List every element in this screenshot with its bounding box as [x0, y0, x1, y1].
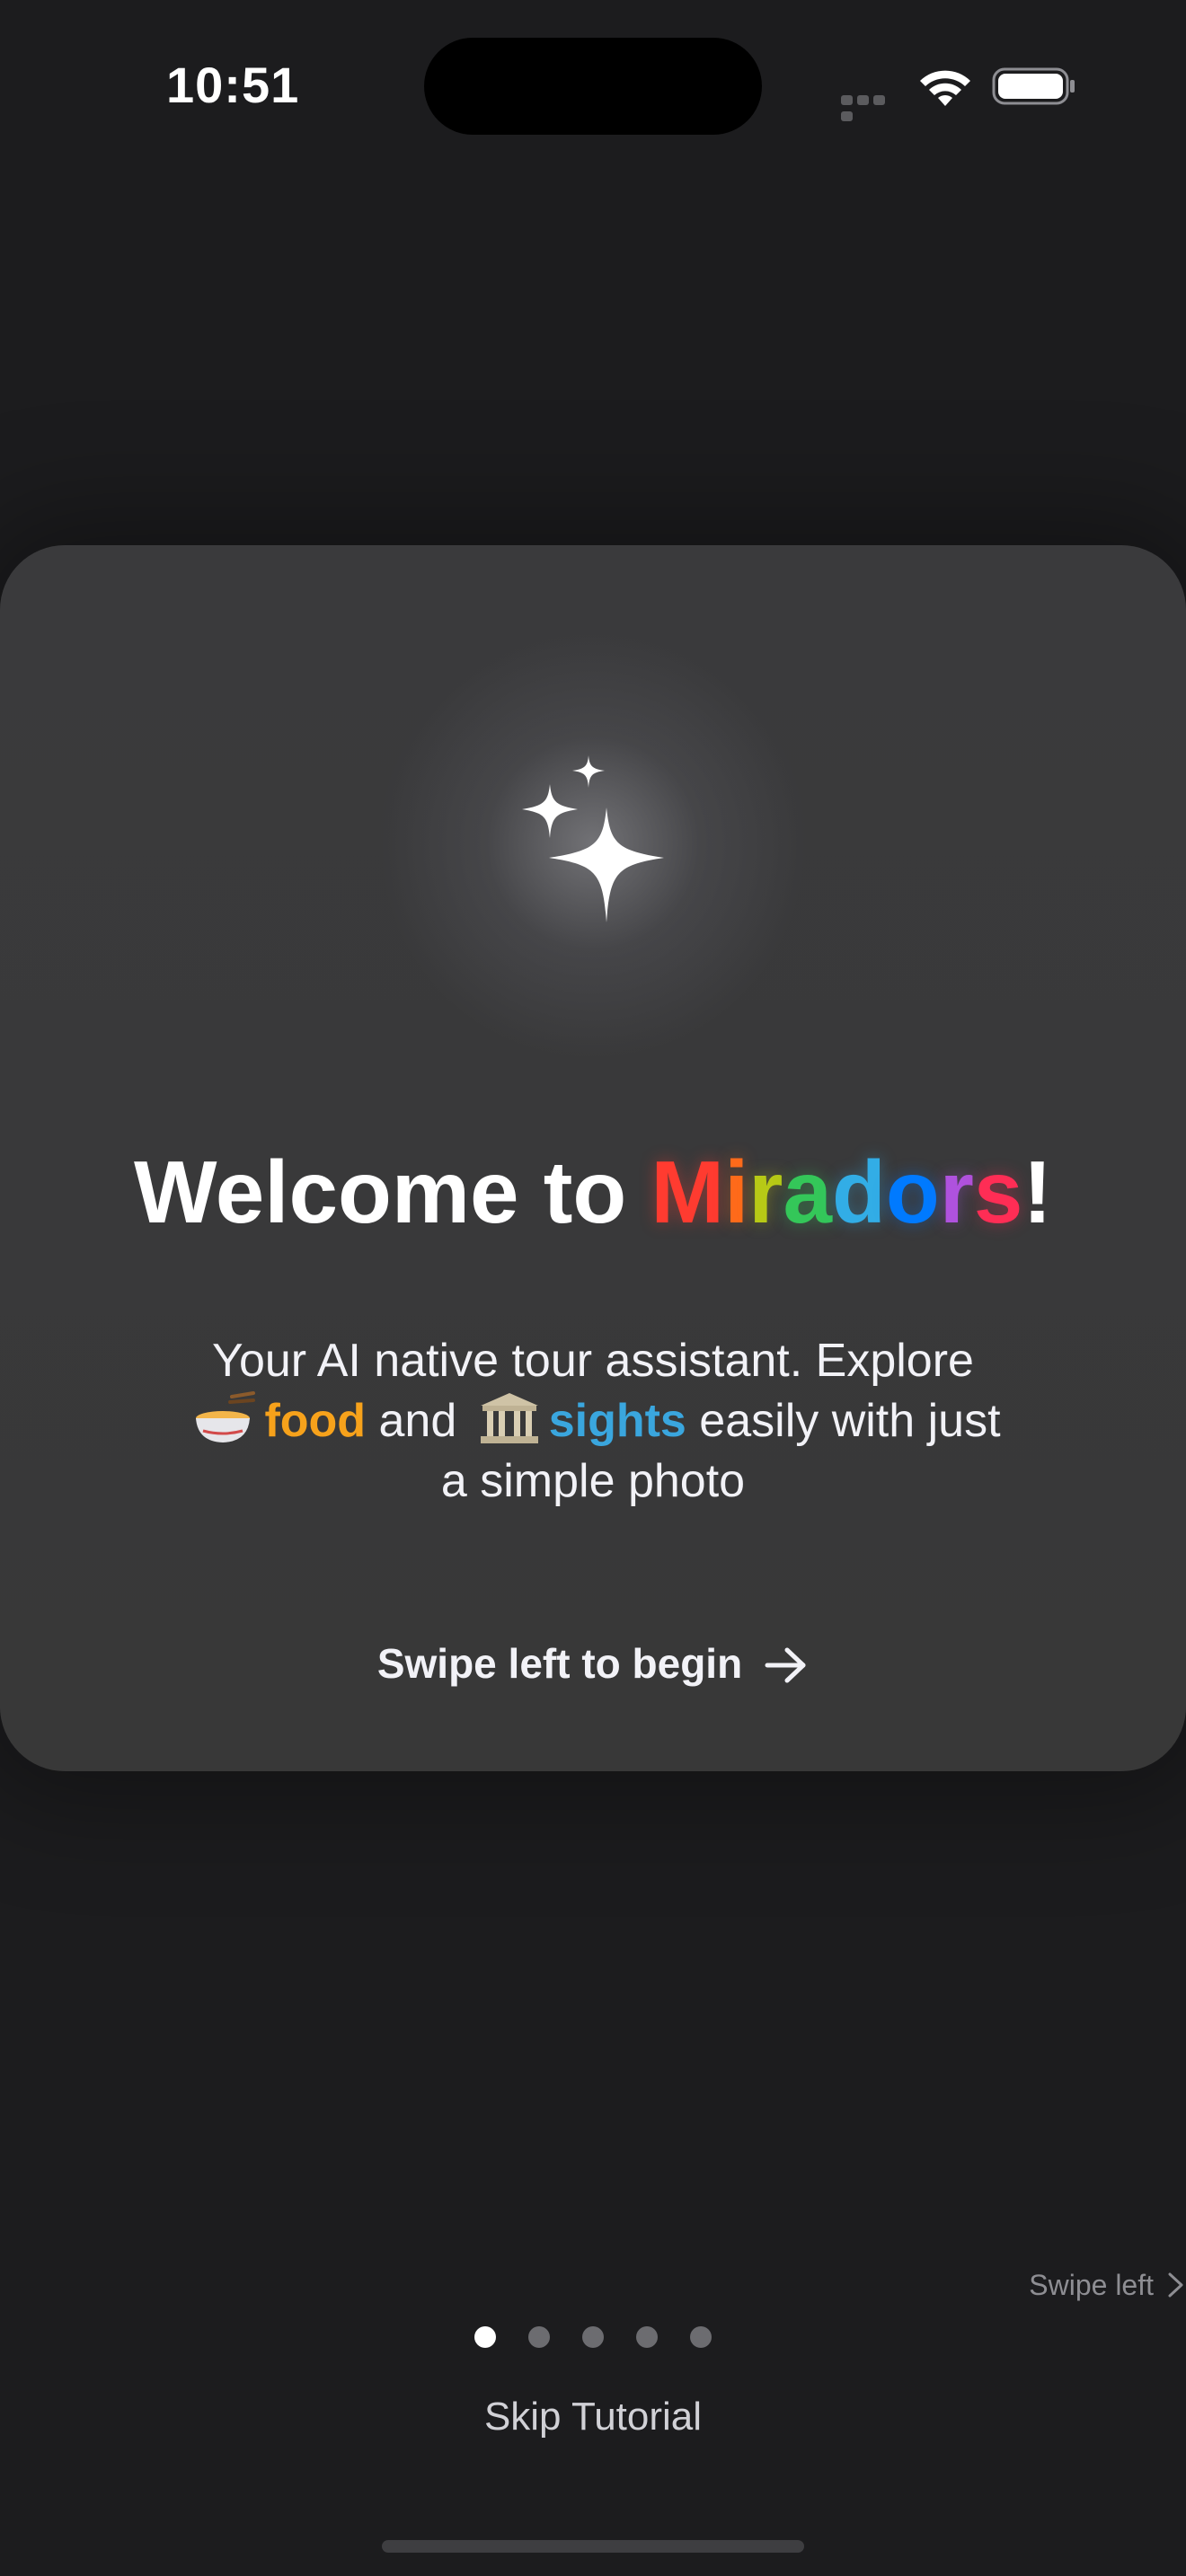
- brand-letter: r: [748, 1142, 783, 1241]
- tagline: Your AI native tour assistant. Explore f…: [0, 1331, 1186, 1512]
- sparkles-icon: [522, 755, 664, 922]
- welcome-title: Welcome to Miradors!: [0, 1142, 1186, 1243]
- tagline-line-1: Your AI native tour assistant. Explore: [212, 1335, 974, 1387]
- page-indicator: [0, 2326, 1186, 2348]
- tagline-rest: easily with just: [686, 1395, 1001, 1447]
- brand-letter: o: [885, 1142, 940, 1241]
- dynamic-island: [424, 38, 762, 135]
- brand-letter: d: [831, 1142, 886, 1241]
- brand-letter: r: [939, 1142, 974, 1241]
- swipe-hint-label: Swipe left: [1029, 2269, 1154, 2301]
- swipe-left-hint[interactable]: Swipe left: [1029, 2269, 1186, 2302]
- arrow-right-icon: [765, 1647, 806, 1683]
- sights-highlight: sights: [548, 1395, 686, 1447]
- title-suffix: !: [1022, 1142, 1052, 1241]
- swipe-to-begin-prompt[interactable]: Swipe left to begin: [0, 1639, 1186, 1688]
- tagline-and: and: [366, 1395, 470, 1447]
- brand-letter: a: [783, 1142, 832, 1241]
- page-dot[interactable]: [528, 2326, 550, 2348]
- onboarding-card[interactable]: Welcome to Miradors! Your AI native tour…: [0, 545, 1186, 1771]
- brand-letter: M: [651, 1142, 725, 1241]
- page-dot[interactable]: [474, 2326, 496, 2348]
- page-dot[interactable]: [582, 2326, 604, 2348]
- page-dot[interactable]: [690, 2326, 712, 2348]
- home-indicator[interactable]: [382, 2540, 804, 2553]
- battery-icon: [992, 67, 1075, 105]
- cellular-signal-icon: [841, 93, 904, 121]
- classical-building-icon: [480, 1393, 538, 1443]
- status-bar: 10:51: [0, 0, 1186, 180]
- skip-tutorial-button[interactable]: Skip Tutorial: [413, 2386, 773, 2448]
- title-prefix: Welcome to: [134, 1142, 651, 1241]
- tagline-line-3: a simple photo: [440, 1455, 746, 1507]
- brand-letter: s: [973, 1142, 1023, 1241]
- brand-name: Miradors: [651, 1142, 1022, 1241]
- tagline-line-2: food and sights easily with just: [0, 1391, 1186, 1451]
- status-time: 10:51: [166, 57, 300, 113]
- food-highlight: food: [264, 1395, 367, 1447]
- brand-letter: i: [724, 1142, 749, 1241]
- swipe-cta-label: Swipe left to begin: [376, 1640, 743, 1687]
- page-dot[interactable]: [636, 2326, 658, 2348]
- wifi-icon: [920, 70, 970, 106]
- noodle-bowl-icon: [196, 1391, 256, 1442]
- chevron-right-icon: [1168, 2272, 1183, 2298]
